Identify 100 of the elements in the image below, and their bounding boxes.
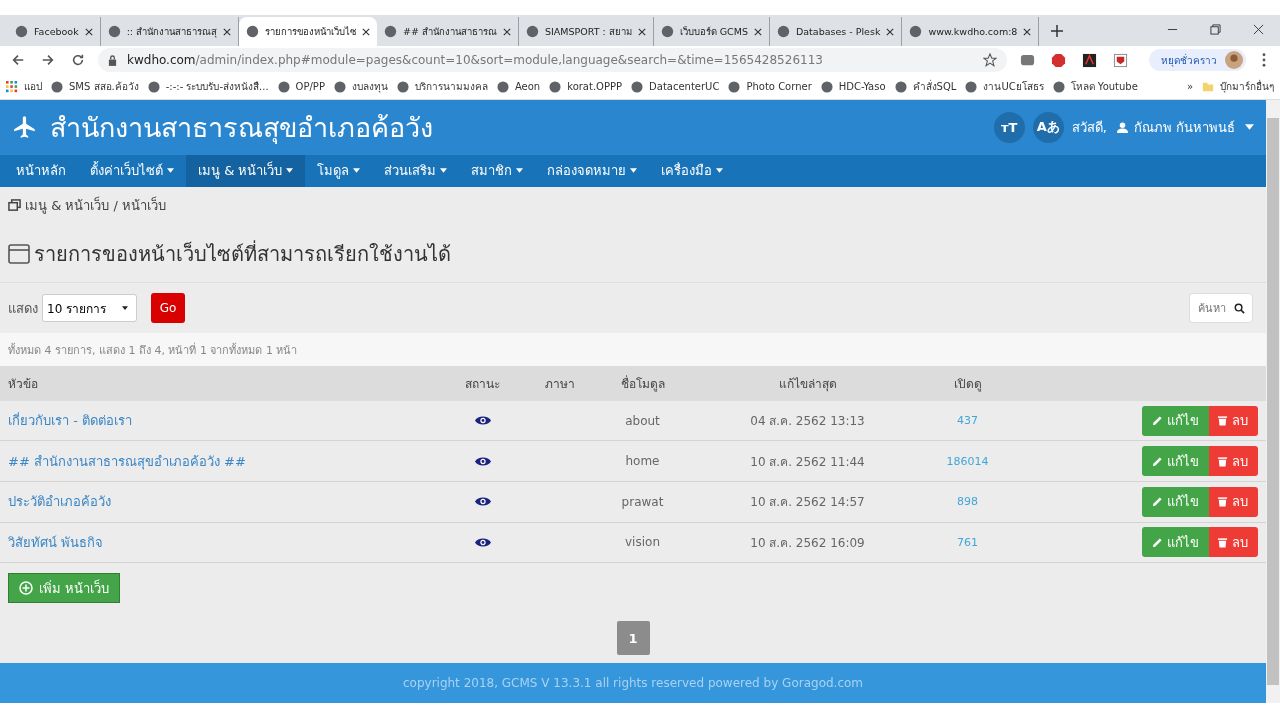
summary-text: ทั้งหมด 4 รายการ, แสดง 1 ถึง 4, หน้าที่ 1 จากทั้งหมด 1 หน้า <box>8 341 298 359</box>
eye-icon[interactable] <box>474 455 491 467</box>
bookmark[interactable]: บุ๊กมาร์กอื่นๆ <box>1202 79 1274 94</box>
menu-icon[interactable] <box>1262 53 1266 67</box>
column-header: สถานะ <box>464 375 501 393</box>
bookmark[interactable]: งบลงทุน <box>333 79 388 94</box>
copyright-text: copyright 2018, GCMS V 13.3.1 all rights reserved powered by Goragod.com <box>402 676 864 691</box>
caret-icon[interactable] <box>1245 124 1254 131</box>
search-field[interactable]: ค้นหา <box>1189 293 1253 324</box>
header-button[interactable]: тT <box>993 111 1025 143</box>
bookmark[interactable]: korat.OPPP <box>549 80 623 93</box>
new-tab-icon[interactable] <box>1051 25 1064 37</box>
close-icon[interactable] <box>754 27 762 36</box>
apps-grid-icon <box>6 80 18 93</box>
pencil-icon <box>1152 415 1163 426</box>
site-icon <box>909 25 923 38</box>
eye-icon[interactable] <box>474 415 491 426</box>
plus-circle-icon <box>19 581 33 596</box>
delete-button[interactable]: ลบ <box>1209 527 1258 558</box>
stop-sign-icon[interactable] <box>1051 52 1066 68</box>
more-bookmarks-button[interactable]: » <box>1186 81 1193 92</box>
page-size-select[interactable]: 10 รายการ <box>42 294 138 323</box>
restore-icon[interactable] <box>1210 24 1221 35</box>
page-title-link[interactable]: ## สำนักงานสาธารณสุขอำเภอค้อวัง ## <box>8 450 246 472</box>
back-icon[interactable] <box>11 53 25 67</box>
nav-item[interactable]: เมนู & หน้าเว็บ <box>186 154 306 188</box>
header-button[interactable]: Aあ <box>1032 111 1064 143</box>
bookmark[interactable]: -:-:- ระบบรับ-ส่งหนังสื... <box>147 79 269 94</box>
delete-button[interactable]: ลบ <box>1209 446 1258 477</box>
nav-item[interactable]: หน้าหลัก <box>4 154 78 188</box>
column-header: ชื่อโมดูล <box>619 374 666 393</box>
page-button[interactable]: 1 <box>616 621 650 656</box>
trash-icon <box>1217 455 1228 467</box>
bookmark[interactable]: SMS สสอ.ค้อวัง <box>51 79 139 94</box>
site-icon <box>384 25 398 38</box>
scrollbar-thumb[interactable] <box>1267 118 1279 685</box>
bookmark[interactable]: คำสั่งSQL <box>894 79 957 94</box>
site-icon <box>777 25 790 38</box>
nav-item[interactable]: กล่องจดหมาย <box>535 154 650 188</box>
bookmark[interactable]: Aeon <box>496 80 541 93</box>
close-icon[interactable] <box>84 27 93 36</box>
close-icon[interactable] <box>362 27 371 36</box>
site-icon <box>15 25 28 38</box>
bookmark[interactable]: บริการนามมงคล <box>396 79 488 94</box>
close-icon[interactable] <box>503 27 511 36</box>
breadcrumb-link[interactable]: หน้าเว็บ <box>121 195 166 217</box>
greeting: สวัสดี, <box>1071 118 1107 137</box>
shield-icon[interactable] <box>1113 52 1128 68</box>
scrollbar[interactable] <box>1266 100 1280 703</box>
bookmark[interactable]: งานUCยโสธร <box>965 79 1044 94</box>
forward-icon[interactable] <box>41 53 55 67</box>
close-icon[interactable] <box>223 27 232 36</box>
table-cell-text: 10 ส.ค. 2562 14:57 <box>749 494 866 512</box>
nav-item[interactable]: สมาชิก <box>459 154 536 188</box>
breadcrumb-link[interactable]: เมนู & หน้าเว็บ <box>25 195 110 217</box>
user-icon <box>1116 121 1128 133</box>
bookmark[interactable]: DatacenterUC <box>631 80 720 93</box>
bookmark[interactable]: แอป <box>6 79 42 94</box>
bookmark[interactable]: โหลด Youtube <box>1052 79 1138 94</box>
page-title-link[interactable]: ประวัติอำเภอค้อวัง <box>8 491 111 513</box>
pencil-icon <box>1152 536 1163 548</box>
window-icon <box>8 244 30 265</box>
address-field[interactable]: kwdho.com/admin/index.php#module=pages&count=10&sort=module,language&search=&time=1565428526113 <box>98 48 1007 72</box>
page-title-link[interactable]: เกี่ยวกับเรา - ติดต่อเรา <box>8 410 132 431</box>
close-icon[interactable] <box>1023 27 1032 36</box>
close-icon[interactable] <box>637 27 646 36</box>
star-icon[interactable] <box>983 53 997 67</box>
close-icon[interactable] <box>1253 24 1264 35</box>
nav-item[interactable]: ส่วนเสริม <box>372 154 460 188</box>
bookmark[interactable]: HDC-Yaso <box>820 80 886 93</box>
user-menu[interactable]: กัณภพ กันหาพนธ์ <box>1133 116 1235 138</box>
nav-item[interactable]: โมดูล <box>305 154 373 188</box>
airplane-icon <box>12 114 38 141</box>
page-title-link[interactable]: วิสัยทัศน์ พันธกิจ <box>8 531 104 553</box>
site-title: สำนักงานสาธารณสุขอำเภอค้อวัง <box>50 110 433 146</box>
table-cell-text: 04 ส.ค. 2562 13:13 <box>749 413 866 430</box>
eye-icon[interactable] <box>474 536 491 548</box>
column-header: หัวข้อ <box>7 375 39 393</box>
profile-button[interactable]: หยุดชั่วคราว <box>1149 49 1246 71</box>
trash-icon <box>1217 496 1228 508</box>
go-button[interactable]: Go <box>151 293 186 324</box>
show-label: แสดง <box>8 299 38 318</box>
nav-item[interactable]: เครื่องมือ <box>649 154 736 188</box>
browser-tab[interactable]: รายการของหน้าเว็บไซ <box>239 17 378 46</box>
close-icon[interactable] <box>886 27 895 36</box>
table-cell-text: 10 ส.ค. 2562 11:44 <box>749 453 866 471</box>
eye-icon[interactable] <box>474 496 491 508</box>
trash-icon <box>1217 536 1228 548</box>
column-header: แก้ไขล่าสุด <box>777 375 838 393</box>
table-cell-text: prawat <box>620 494 665 509</box>
bookmark[interactable]: Photo Corner <box>728 80 812 93</box>
delete-button[interactable]: ลบ <box>1209 486 1258 517</box>
pencil-icon <box>1152 496 1163 508</box>
pencil-icon <box>1152 455 1163 467</box>
delete-button[interactable]: ลบ <box>1209 405 1258 436</box>
reload-icon[interactable] <box>71 53 85 67</box>
column-header: เปิดดู <box>952 375 983 393</box>
nav-item[interactable]: ตั้งค่าเว็บไซต์ <box>78 154 186 188</box>
windows-icon <box>8 199 21 213</box>
bookmark[interactable]: OP/PP <box>277 80 325 93</box>
